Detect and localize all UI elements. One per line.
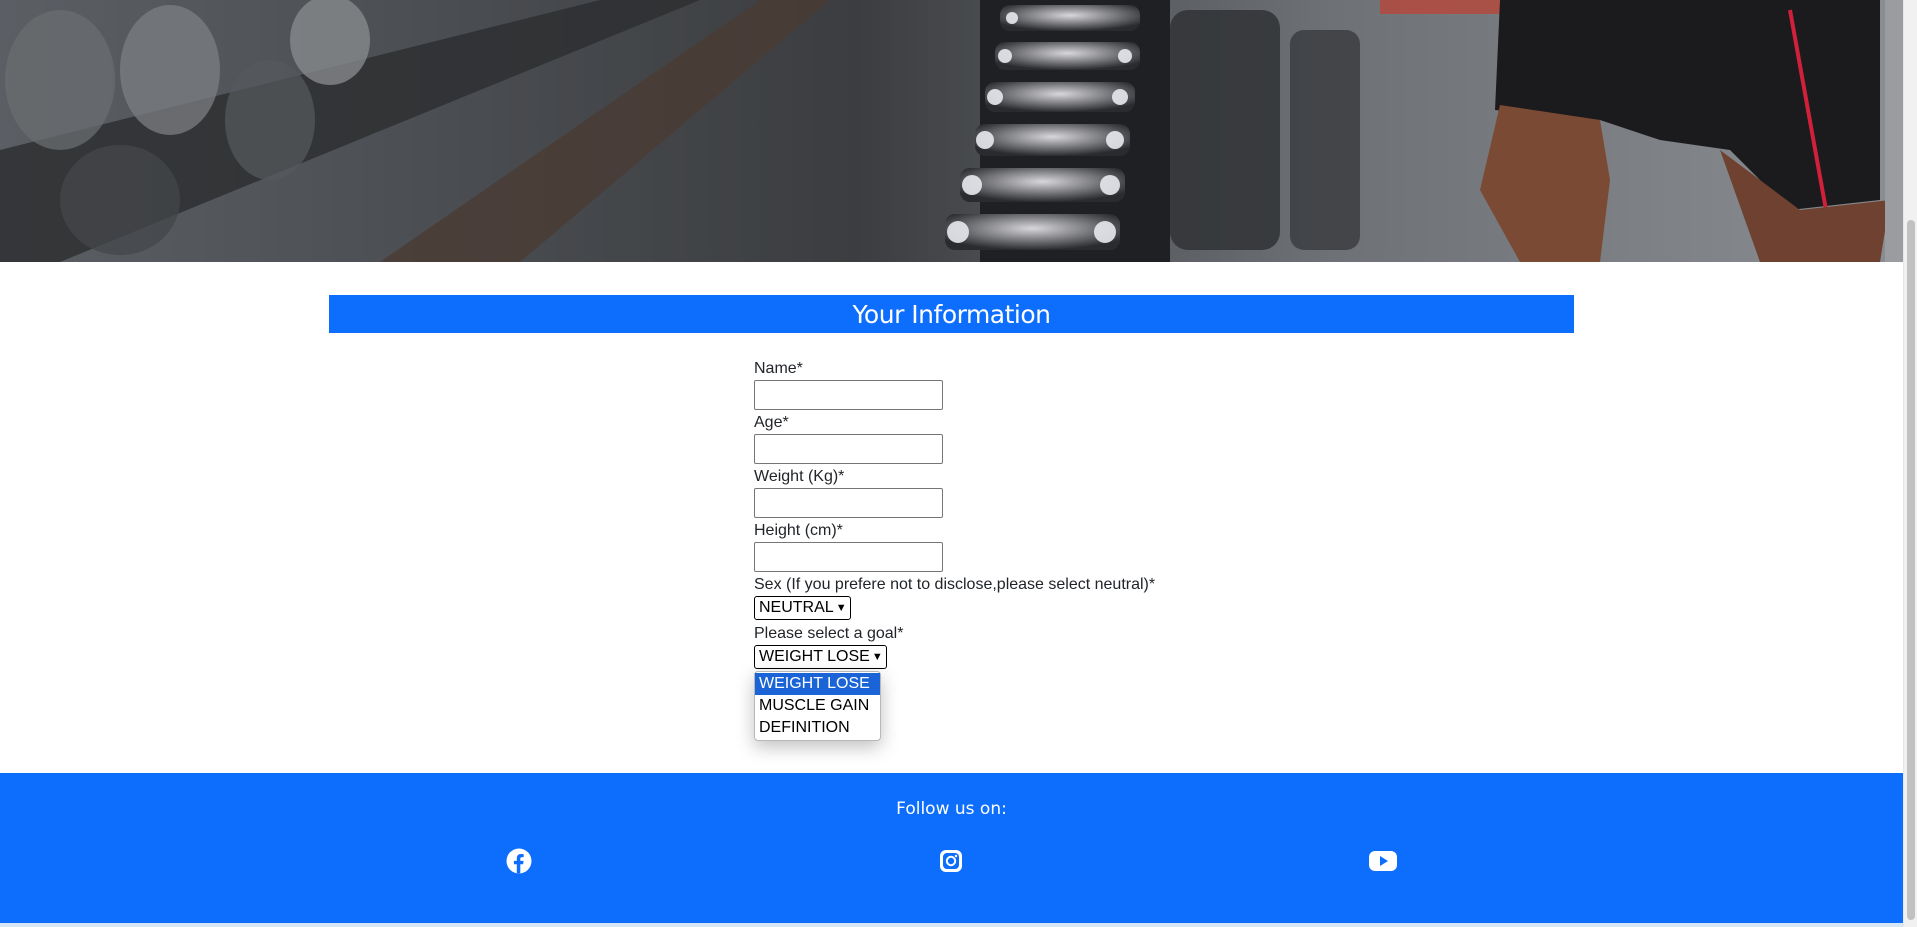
facebook-icon[interactable] (504, 846, 534, 876)
height-input[interactable] (754, 542, 943, 572)
goal-option-definition[interactable]: DEFINITION (755, 717, 880, 739)
page: Your Information Name* Age* Weight (Kg)*… (0, 0, 1903, 927)
information-form: Name* Age* Weight (Kg)* Height (cm)* Sex… (754, 358, 1254, 672)
section-header: Your Information (329, 295, 1574, 333)
goal-dropdown-list: WEIGHT LOSE MUSCLE GAIN DEFINITION (754, 671, 881, 741)
goal-select[interactable]: WEIGHT LOSE ▼ (754, 645, 887, 669)
sex-select[interactable]: NEUTRAL ▼ (754, 596, 851, 620)
weight-field-group: Weight (Kg)* (754, 466, 1254, 520)
goal-option-muscle-gain[interactable]: MUSCLE GAIN (755, 695, 880, 717)
height-label: Height (cm)* (754, 522, 843, 539)
scrollbar-thumb[interactable] (1907, 220, 1915, 920)
footer: Follow us on: (0, 773, 1903, 923)
weight-label: Weight (Kg)* (754, 468, 845, 485)
goal-field-group: Please select a goal* WEIGHT LOSE ▼ (754, 623, 1254, 672)
age-input[interactable] (754, 434, 943, 464)
follow-text: Follow us on: (896, 799, 1007, 819)
height-field-group: Height (cm)* (754, 520, 1254, 574)
goal-label: Please select a goal* (754, 625, 904, 642)
name-input[interactable] (754, 380, 943, 410)
section-title: Your Information (852, 299, 1051, 329)
sex-label: Sex (If you prefere not to disclose,plea… (754, 576, 1156, 593)
age-label: Age* (754, 414, 789, 431)
goal-select-value: WEIGHT LOSE (759, 648, 870, 665)
sex-field-group: Sex (If you prefere not to disclose,plea… (754, 574, 1254, 623)
instagram-icon[interactable] (936, 846, 966, 876)
bottom-strip (0, 923, 1903, 927)
goal-option-weight-lose[interactable]: WEIGHT LOSE (755, 673, 880, 695)
hero-image (0, 0, 1903, 262)
vertical-scrollbar[interactable] (1903, 0, 1917, 927)
age-field-group: Age* (754, 412, 1254, 466)
chevron-down-icon: ▼ (835, 602, 847, 614)
sex-select-value: NEUTRAL (759, 599, 834, 616)
chevron-down-icon: ▼ (871, 651, 883, 663)
name-label: Name* (754, 360, 803, 377)
youtube-icon[interactable] (1368, 846, 1398, 876)
name-field-group: Name* (754, 358, 1254, 412)
weight-input[interactable] (754, 488, 943, 518)
